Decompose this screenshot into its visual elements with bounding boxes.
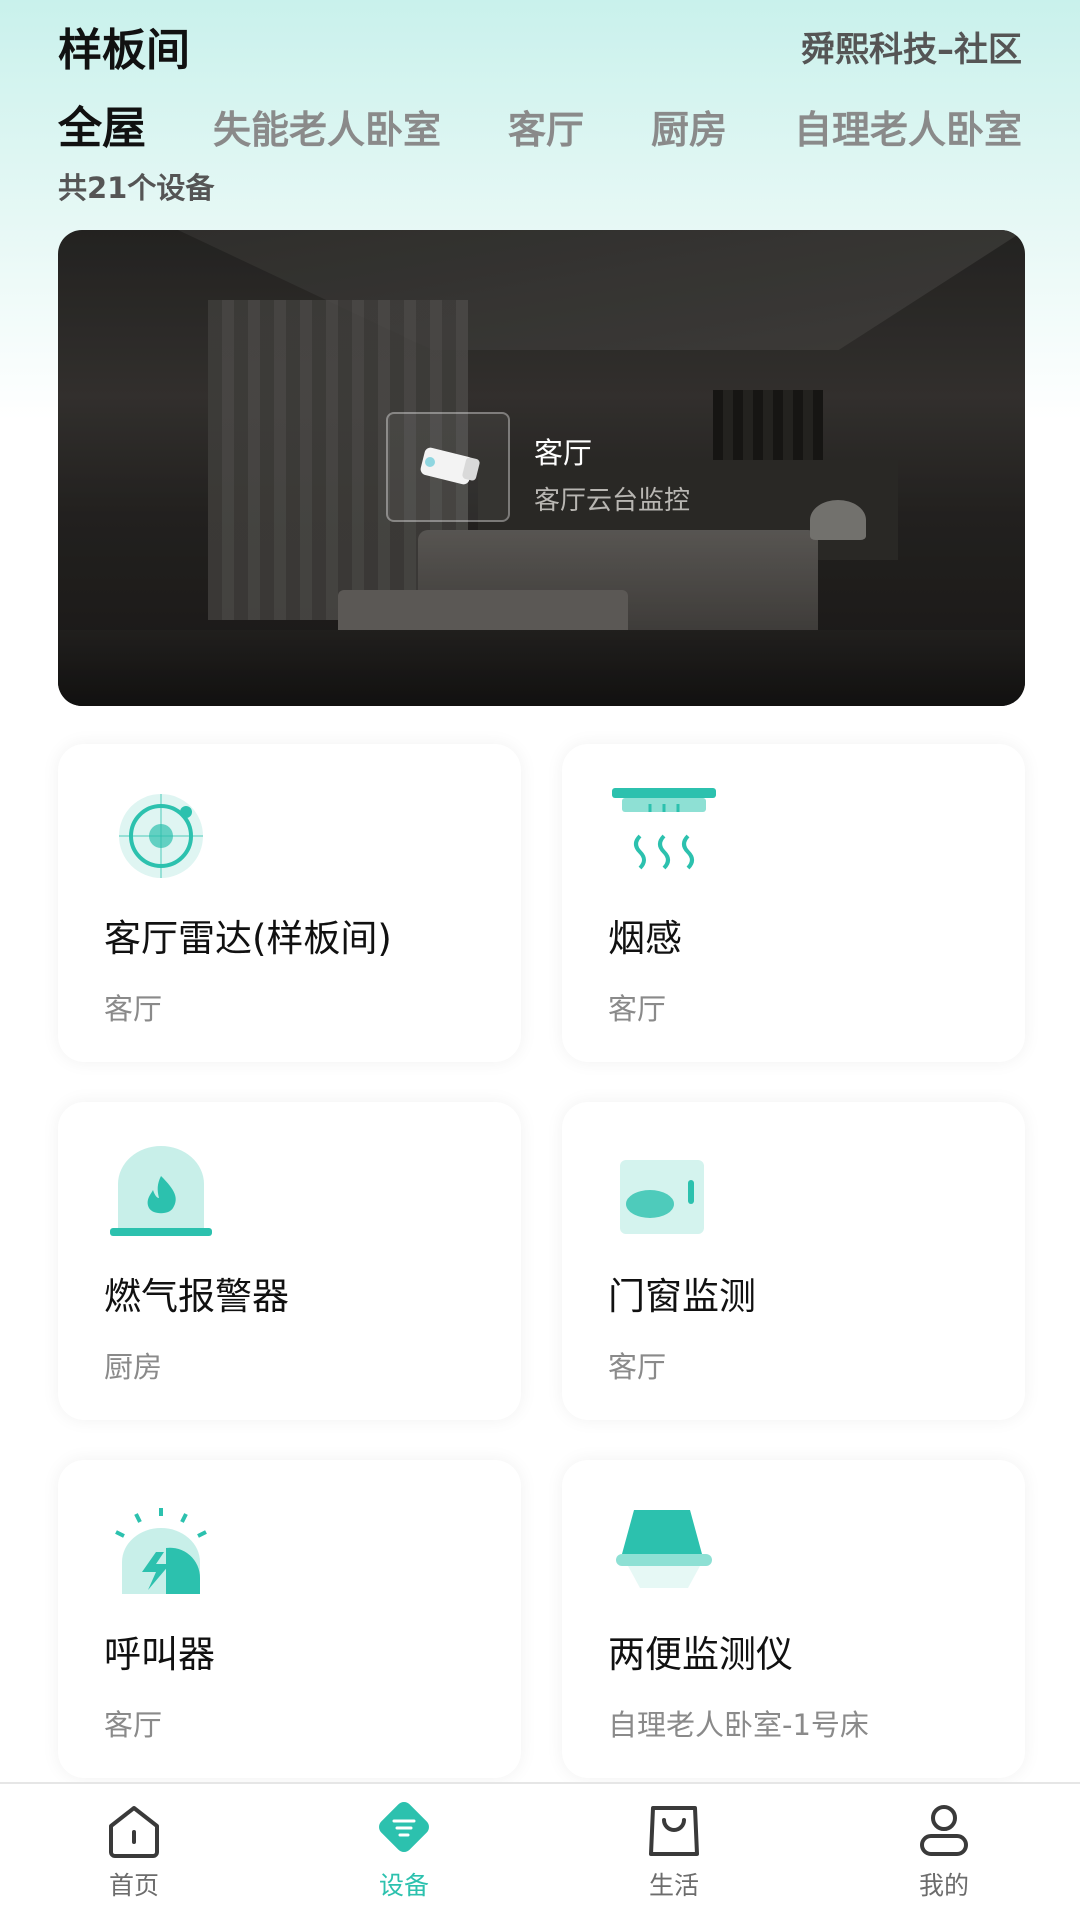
nav-life[interactable]: 生活 xyxy=(614,1802,734,1902)
device-location: 厨房 xyxy=(104,1350,163,1384)
camera-banner[interactable]: 客厅 客厅云台监控 xyxy=(58,230,1025,706)
camera-thumbnail[interactable] xyxy=(386,412,510,522)
device-count: 共21个设备 xyxy=(58,171,215,205)
tab-whole-house[interactable]: 全屋 xyxy=(58,92,146,156)
device-location: 客厅 xyxy=(608,1350,667,1384)
device-page: 样板间 舜熙科技–社区 全屋 失能老人卧室 客厅 厨房 自理老人卧室 共21个设… xyxy=(0,0,1080,1920)
device-name: 燃气报警器 xyxy=(104,1275,289,1318)
nav-mine[interactable]: 我的 xyxy=(884,1802,1004,1902)
community-selector[interactable]: 舜熙科技–社区 xyxy=(801,22,1022,71)
device-name: 呼叫器 xyxy=(104,1633,215,1676)
device-card-smoke[interactable]: 烟感 客厅 xyxy=(562,744,1025,1062)
device-card-gas-alarm[interactable]: 燃气报警器 厨房 xyxy=(58,1102,521,1420)
nav-label: 生活 xyxy=(648,1871,699,1900)
door-window-sensor-icon xyxy=(620,1160,704,1234)
tab-living-room[interactable]: 客厅 xyxy=(508,99,584,154)
tab-self-care-elder-bedroom[interactable]: 自理老人卧室 xyxy=(794,99,1022,154)
tab-kitchen[interactable]: 厨房 xyxy=(651,99,727,154)
ptz-camera-icon xyxy=(420,447,480,485)
nav-label: 首页 xyxy=(108,1871,159,1900)
shopping-bag-icon xyxy=(649,1806,699,1856)
device-icon xyxy=(379,1802,429,1852)
device-card-radar[interactable]: 客厅雷达(样板间) 客厅 xyxy=(58,744,521,1062)
gas-alarm-icon xyxy=(110,1146,212,1236)
device-location: 客厅 xyxy=(104,992,163,1026)
tab-disabled-elder-bedroom[interactable]: 失能老人卧室 xyxy=(213,99,441,154)
device-name: 门窗监测 xyxy=(608,1275,756,1318)
device-card-door-window[interactable]: 门窗监测 客厅 xyxy=(562,1102,1025,1420)
nav-label: 我的 xyxy=(918,1871,969,1900)
device-name: 客厅雷达(样板间) xyxy=(104,917,392,960)
room-tabs: 全屋 失能老人卧室 客厅 厨房 自理老人卧室 xyxy=(58,92,1022,154)
camera-info: 客厅 客厅云台监控 xyxy=(534,430,690,517)
device-name: 两便监测仪 xyxy=(608,1633,793,1676)
device-location: 自理老人卧室-1号床 xyxy=(608,1708,869,1742)
device-location: 客厅 xyxy=(104,1708,163,1742)
nav-label: 设备 xyxy=(378,1871,429,1900)
device-name: 烟感 xyxy=(608,917,682,960)
user-icon xyxy=(920,1805,968,1856)
nav-device[interactable]: 设备 xyxy=(344,1802,464,1902)
smoke-detector-icon xyxy=(612,788,716,870)
radar-icon xyxy=(119,794,203,878)
camera-name: 客厅云台监控 xyxy=(534,486,691,516)
device-card-call-button[interactable]: 呼叫器 客厅 xyxy=(58,1460,521,1778)
call-button-icon xyxy=(115,1508,207,1594)
camera-room: 客厅 xyxy=(534,436,593,470)
header: 样板间 舜熙科技–社区 xyxy=(58,14,1022,76)
home-icon xyxy=(109,1806,159,1858)
page-title: 样板间 xyxy=(58,25,190,76)
bottom-nav: 首页 设备 生活 我的 xyxy=(0,1782,1080,1920)
device-card-excretion-monitor[interactable]: 两便监测仪 自理老人卧室-1号床 xyxy=(562,1460,1025,1778)
device-location: 客厅 xyxy=(608,992,667,1026)
excretion-monitor-icon xyxy=(616,1510,712,1588)
nav-home[interactable]: 首页 xyxy=(74,1802,194,1902)
